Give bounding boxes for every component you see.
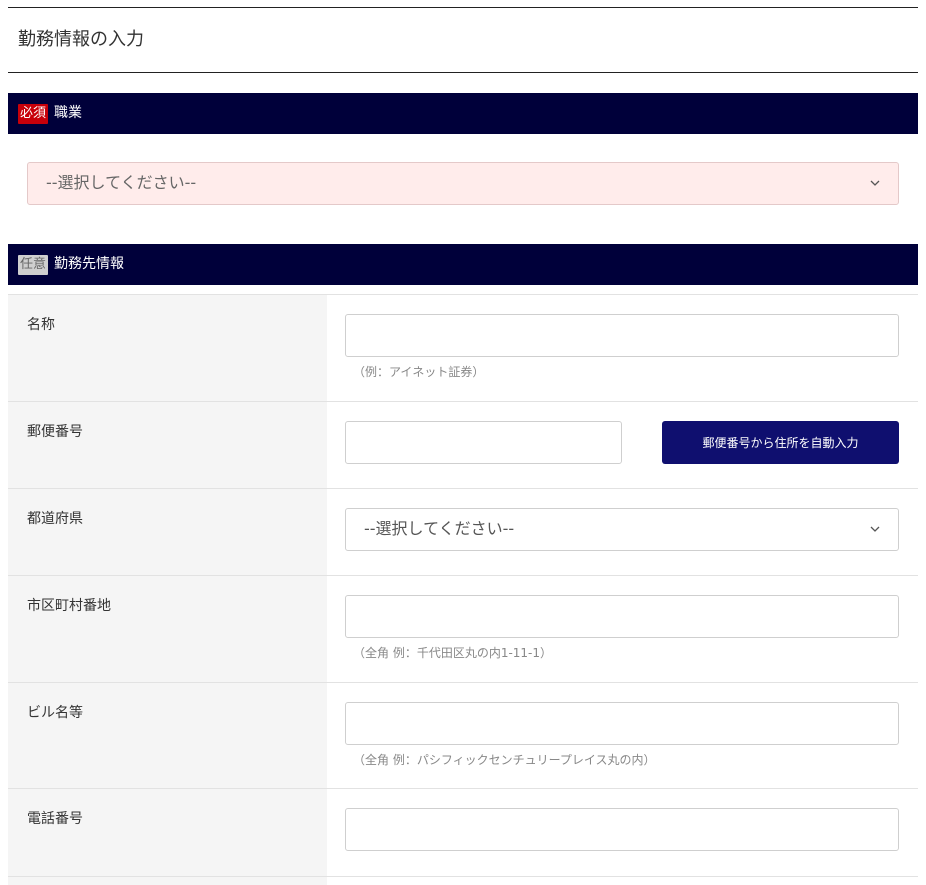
address-input[interactable] [345,595,899,638]
form-row-building: ビル名等 （全角 例：パシフィックセンチュリープレイス丸の内） [8,683,918,789]
address-hint: （全角 例：千代田区丸の内1-11-1） [353,646,553,660]
occupation-select-value: --選択してください-- [46,173,197,192]
building-hint: （全角 例：パシフィックセンチュリープレイス丸の内） [353,753,656,767]
section-label-occupation: 職業 [54,105,82,121]
form-label-phone: 電話番号 [27,811,83,827]
form-label-cell: 郵便番号 [8,402,327,488]
section-label-employer: 勤務先情報 [54,256,124,272]
form-label-prefecture: 都道府県 [27,511,83,527]
form-row-name: 名称 （例：アイネット証券） [8,295,918,402]
form-label-postal: 郵便番号 [27,424,83,440]
next-row-label-cell [8,877,327,885]
required-badge: 必須 [18,104,49,124]
form-row-prefecture: 都道府県 --選択してください-- [8,489,918,576]
form-label-cell: 市区町村番地 [8,576,327,682]
form-label-cell: 名称 [8,295,327,401]
employer-name-hint: （例：アイネット証券） [353,365,485,379]
section-header-employer: 任意 勤務先情報 [8,244,918,285]
form-label-cell: 都道府県 [8,489,327,575]
occupation-select[interactable]: --選択してください-- [27,162,899,205]
postal-code-input[interactable] [345,421,622,464]
page-title: 勤務情報の入力 [18,29,144,50]
employer-name-input[interactable] [345,314,899,357]
chevron-down-icon [870,526,880,532]
work-info-page: 勤務情報の入力 必須 職業 --選択してください-- 任意 勤務先情報 名称 （… [0,0,926,885]
postal-autofill-button[interactable]: 郵便番号から住所を自動入力 [662,421,899,464]
form-label-building: ビル名等 [27,705,83,721]
building-input[interactable] [345,702,899,745]
employer-form-table: 名称 （例：アイネット証券） 郵便番号 郵便番号から住所を自動入力 都道府県 -… [8,294,918,885]
prefecture-select-value: --選択してください-- [364,519,515,538]
section-header-occupation: 必須 職業 [8,93,918,134]
form-row-phone: 電話番号 [8,789,918,877]
page-title-block: 勤務情報の入力 [8,7,918,73]
form-label-cell: ビル名等 [8,683,327,788]
form-label-address: 市区町村番地 [27,598,111,614]
form-label-name: 名称 [27,317,55,333]
prefecture-select[interactable]: --選択してください-- [345,508,899,551]
optional-badge: 任意 [18,255,49,275]
form-label-cell: 電話番号 [8,789,327,876]
phone-input[interactable] [345,808,899,851]
form-row-address: 市区町村番地 （全角 例：千代田区丸の内1-11-1） [8,576,918,683]
chevron-down-icon [870,180,880,186]
